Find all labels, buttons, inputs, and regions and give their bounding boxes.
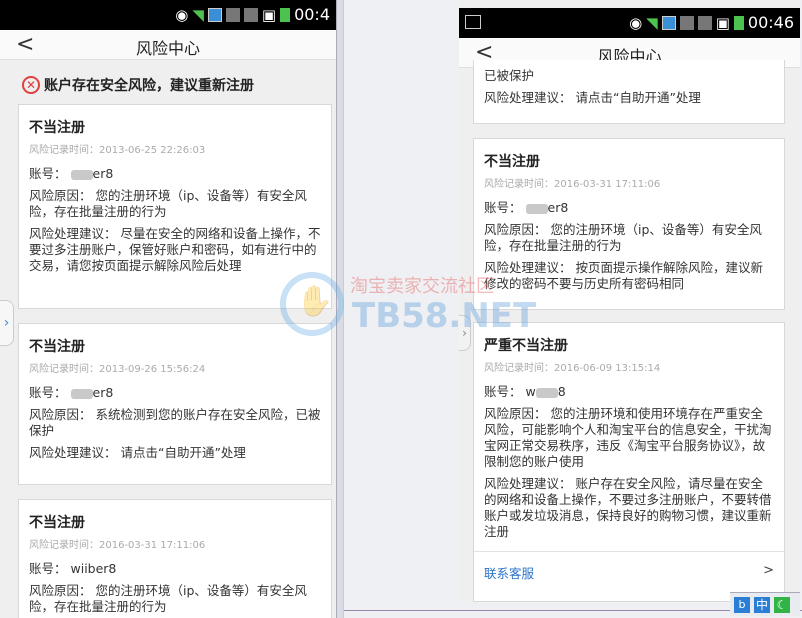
wifi-icon: ◥ — [646, 14, 658, 32]
risk-time: 风险记录时间：2016-06-09 13:15:14 — [484, 363, 661, 374]
risk-card: 严重不当注册 风险记录时间：2016-06-09 13:15:14 账号： w 8… — [473, 322, 785, 602]
account-value: wiiber8 — [70, 561, 117, 576]
account-label: 账号： — [29, 561, 67, 576]
redaction-mask — [525, 203, 548, 214]
risk-reason: 风险原因： 您的注册环境（ip、设备等）有安全风险，存在批量注册的行为 — [29, 188, 307, 219]
risk-card: 不当注册 风险记录时间：2016-03-31 17:11:06 账号： er8 … — [473, 138, 785, 310]
clock: 00:46 — [747, 13, 794, 32]
battery-icon — [733, 16, 744, 30]
account-row: 账号： wiiber8 — [29, 561, 321, 577]
chevron-right-icon: › — [3, 315, 10, 331]
account-label: 账号： — [29, 385, 67, 400]
left-phone-screen: ◉ ◥ ▣ 00:4 < 风险中心 ✕ 账户存在安全风险，建议重新注册 不当注册… — [0, 0, 336, 618]
sim-icon — [207, 8, 222, 22]
chevron-right-icon: > — [763, 563, 774, 578]
risk-warning-text: 账户存在安全风险，建议重新注册 — [44, 78, 254, 94]
risk-reason: 风险原因： 您的注册环境（ip、设备等）有安全风险，存在批量注册的行为 — [484, 222, 762, 253]
risk-advice: 风险处理建议： 账户存在安全风险，请尽量在安全的网络和设备上操作，不要过多注册账… — [484, 476, 772, 539]
signal-3g-icon — [679, 16, 694, 30]
account-suffix: er8 — [92, 166, 114, 181]
signal-1x-icon — [243, 8, 258, 22]
page-header: < 风险中心 — [0, 30, 336, 60]
ime-logo-icon[interactable]: b — [734, 596, 750, 613]
status-bar: ◉ ◥ ▣ 00:46 — [459, 8, 800, 38]
account-row: 账号： er8 — [29, 385, 321, 401]
risk-time: 风险记录时间：2013-09-26 15:56:24 — [29, 364, 206, 375]
risk-title: 不当注册 — [484, 154, 540, 170]
ime-chinese-toggle[interactable]: 中 — [754, 596, 770, 613]
risk-time: 风险记录时间：2016-03-31 17:11:06 — [484, 179, 661, 190]
redaction-mask — [535, 387, 558, 398]
eye-icon: ◉ — [175, 6, 189, 24]
contact-service-link[interactable]: 联系客服 — [484, 563, 534, 582]
risk-title: 不当注册 — [29, 120, 85, 136]
risk-advice: 风险处理建议： 尽量在安全的网络和设备上操作，不要过多注册账户，保管好账户和密码… — [29, 226, 321, 273]
signal-3g-icon — [225, 8, 240, 22]
error-x-icon: ✕ — [22, 76, 40, 94]
system-tray: b 中 ☾ — [730, 592, 800, 616]
risk-card: 不当注册 风险记录时间：2013-06-25 22:26:03 账号： er8 … — [18, 104, 332, 309]
eye-icon: ◉ — [629, 14, 643, 32]
side-expand-handle[interactable]: › — [459, 315, 471, 351]
window-divider — [336, 0, 344, 618]
risk-reason: 风险原因： 系统检测到您的账户存在安全风险，已被保护 — [29, 407, 321, 438]
clock: 00:4 — [294, 5, 330, 24]
sim-icon — [661, 16, 676, 30]
status-icons: ◉ ◥ ▣ 00:46 — [629, 13, 794, 33]
risk-title: 不当注册 — [29, 515, 85, 531]
side-expand-handle[interactable]: › — [0, 300, 14, 346]
risk-advice: 风险处理建议： 请点击“自助开通”处理 — [29, 445, 246, 460]
right-phone-screen: ◉ ◥ ▣ 00:46 < 风险中心 已被保护 风险处理建议： 请点击“自助开通… — [459, 0, 800, 602]
signal-1x-icon — [697, 16, 712, 30]
risk-card: 不当注册 风险记录时间：2016-03-31 17:11:06 账号： wiib… — [18, 499, 332, 618]
risk-title: 严重不当注册 — [484, 338, 568, 354]
risk-card: 不当注册 风险记录时间：2013-09-26 15:56:24 账号： er8 … — [18, 323, 332, 485]
risk-time: 风险记录时间：2016-03-31 17:11:06 — [29, 540, 206, 551]
status-bar: ◉ ◥ ▣ 00:4 — [0, 0, 336, 30]
risk-reason-tail: 已被保护 — [484, 68, 535, 83]
risk-advice: 风险处理建议： 请点击“自助开通”处理 — [484, 90, 701, 105]
account-suffix: er8 — [547, 200, 569, 215]
risk-title: 不当注册 — [29, 339, 85, 355]
risk-reason: 风险原因： 您的注册环境和使用环境存在严重安全风险，可能影响个人和淘宝平台的信息… — [484, 406, 772, 469]
wifi-icon: ◥ — [192, 6, 204, 24]
risk-reason: 风险原因： 您的注册环境（ip、设备等）有安全风险，存在批量注册的行为 — [29, 583, 307, 614]
risk-time: 风险记录时间：2013-06-25 22:26:03 — [29, 145, 206, 156]
risk-card-partial: 已被保护 风险处理建议： 请点击“自助开通”处理 — [473, 60, 785, 124]
risk-advice: 风险处理建议： 按页面提示操作解除风险，建议新修改的密码不要与历史所有密码相同 — [484, 260, 763, 291]
redaction-mask — [70, 169, 93, 180]
image-notification-icon — [465, 15, 481, 29]
card-divider — [474, 551, 784, 552]
page-title: 风险中心 — [135, 39, 200, 58]
account-label: 账号： — [484, 200, 522, 215]
redaction-mask — [70, 388, 93, 399]
moon-icon[interactable]: ☾ — [774, 596, 790, 613]
battery-icon — [280, 8, 291, 22]
sms-icon: ▣ — [715, 14, 730, 32]
account-row: 账号： er8 — [29, 166, 321, 182]
risk-warning: ✕ 账户存在安全风险，建议重新注册 — [0, 66, 336, 104]
account-suffix: er8 — [92, 385, 114, 400]
contact-service-row[interactable]: 联系客服 > — [484, 563, 774, 582]
account-label: 账号： — [29, 166, 67, 181]
chevron-right-icon: › — [462, 326, 467, 340]
account-row: 账号： w 8 — [484, 384, 774, 400]
account-suffix: 8 — [557, 384, 566, 399]
status-icons: ◉ ◥ ▣ 00:4 — [175, 5, 330, 25]
account-label: 账号： — [484, 384, 522, 399]
sms-icon: ▣ — [261, 6, 277, 24]
account-row: 账号： er8 — [484, 200, 774, 216]
account-prefix: w — [525, 384, 536, 399]
